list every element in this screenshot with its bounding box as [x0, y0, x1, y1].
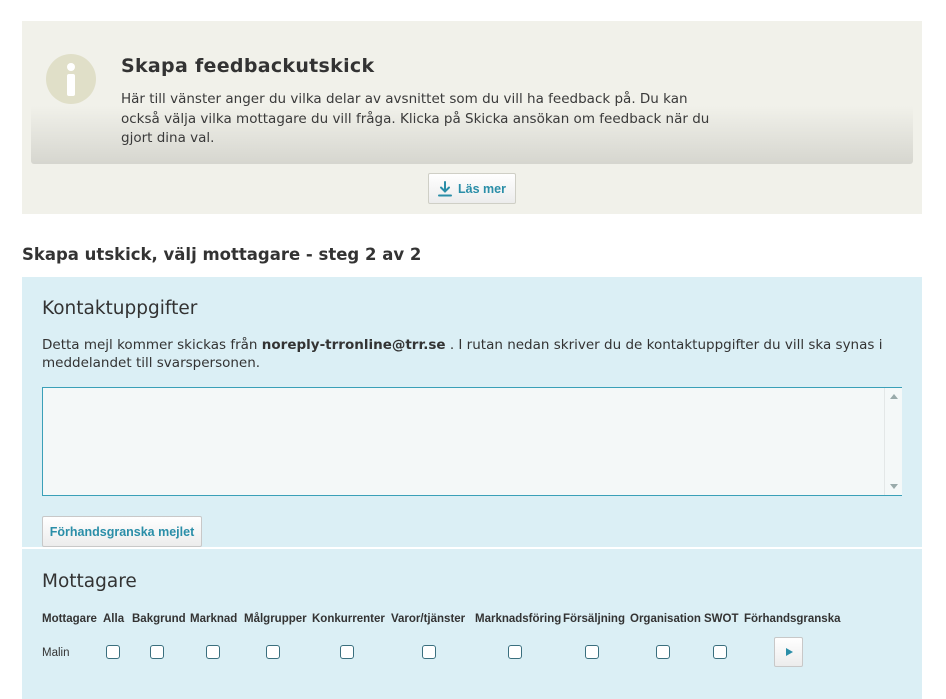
info-panel: Skapa feedbackutskick Här till vänster a…	[22, 21, 922, 214]
textarea-scrollbar[interactable]	[884, 388, 902, 495]
read-more-button[interactable]: Läs mer	[428, 173, 516, 204]
checkbox-all[interactable]	[106, 645, 120, 659]
info-icon	[46, 54, 96, 104]
scroll-up-icon[interactable]	[890, 394, 898, 399]
play-icon	[786, 648, 793, 656]
checkbox-sales[interactable]	[585, 645, 599, 659]
checkbox-competitors[interactable]	[340, 645, 354, 659]
recipients-title: Mottagare	[42, 571, 137, 592]
contact-title: Kontaktuppgifter	[42, 298, 198, 319]
contact-text: Detta mejl kommer skickas från noreply-t…	[42, 336, 908, 372]
checkbox-background[interactable]	[150, 645, 164, 659]
column-header-products-services: Varor/tjänster	[391, 613, 466, 625]
column-header-preview: Förhandsgranska	[744, 613, 841, 625]
column-header-organisation: Organisation	[630, 613, 701, 625]
column-header-marketing: Marknadsföring	[475, 613, 562, 625]
recipient-name: Malin	[42, 647, 70, 659]
column-header-background: Bakgrund	[132, 613, 186, 625]
contact-panel: Kontaktuppgifter Detta mejl kommer skick…	[22, 277, 922, 547]
step-heading: Skapa utskick, välj mottagare - steg 2 a…	[22, 245, 422, 264]
info-box: Skapa feedbackutskick Här till vänster a…	[31, 21, 913, 164]
contact-details-textarea[interactable]	[42, 387, 902, 496]
preview-email-button[interactable]: Förhandsgranska mejlet	[42, 516, 202, 547]
column-header-all: Alla	[103, 613, 125, 625]
recipients-panel: Mottagare Mottagare Alla Bakgrund Markna…	[22, 549, 922, 699]
checkbox-swot[interactable]	[713, 645, 727, 659]
download-icon	[438, 180, 453, 196]
checkbox-products-services[interactable]	[422, 645, 436, 659]
column-header-market: Marknad	[190, 613, 238, 625]
column-header-swot: SWOT	[704, 613, 739, 625]
preview-recipient-button[interactable]	[774, 637, 803, 667]
column-header-sales: Försäljning	[563, 613, 625, 625]
sender-email: noreply-trronline@trr.se	[261, 337, 446, 353]
info-title: Skapa feedbackutskick	[121, 55, 375, 77]
checkbox-organisation[interactable]	[656, 645, 670, 659]
checkbox-market[interactable]	[206, 645, 220, 659]
contact-text-before: Detta mejl kommer skickas från	[42, 337, 258, 353]
column-header-recipient: Mottagare	[42, 613, 97, 625]
info-text: Här till vänster anger du vilka delar av…	[121, 91, 710, 146]
column-header-competitors: Konkurrenter	[312, 613, 385, 625]
checkbox-target-groups[interactable]	[266, 645, 280, 659]
read-more-label: Läs mer	[458, 181, 506, 196]
column-header-target-groups: Målgrupper	[244, 613, 307, 625]
checkbox-marketing[interactable]	[508, 645, 522, 659]
scroll-down-icon[interactable]	[890, 484, 898, 489]
